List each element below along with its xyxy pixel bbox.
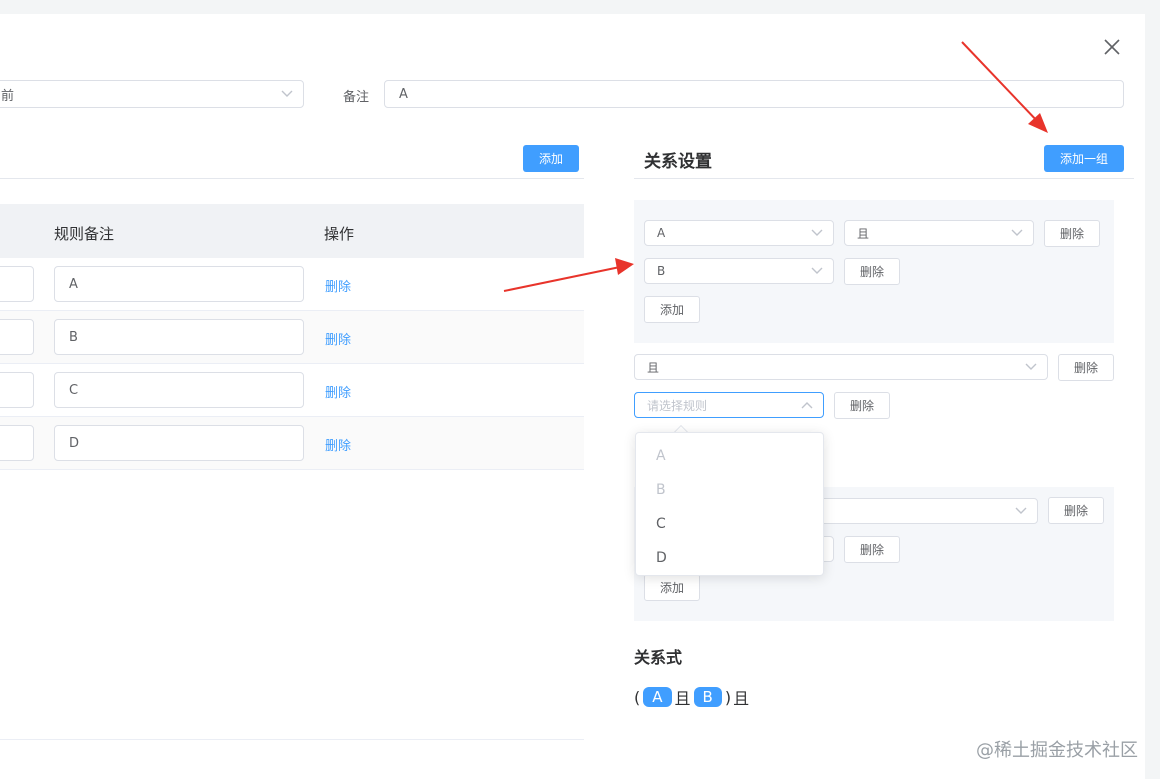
delete-rule-link[interactable]: 删除 bbox=[325, 276, 351, 295]
chevron-down-icon bbox=[811, 267, 823, 274]
formula-open-paren: ( bbox=[634, 687, 641, 707]
table-row: C 删除 bbox=[0, 364, 584, 417]
rule-remark-input[interactable]: A bbox=[54, 266, 304, 302]
table-row: A 删除 bbox=[0, 258, 584, 311]
group1-rule2-value: B bbox=[657, 264, 666, 278]
chevron-down-icon bbox=[281, 90, 293, 97]
group1-rule1-value: A bbox=[657, 226, 666, 240]
column-header-remark: 规则备注 bbox=[54, 225, 115, 243]
remark-input[interactable]: A bbox=[384, 80, 1124, 108]
dropdown-option-d[interactable]: D bbox=[636, 541, 823, 575]
group2-rule-select[interactable]: 请选择规则 bbox=[634, 392, 824, 418]
delete-rule-link[interactable]: 删除 bbox=[325, 382, 351, 401]
chevron-down-icon bbox=[1015, 507, 1027, 514]
relation-title: 关系设置 bbox=[644, 152, 712, 172]
table-row: B 删除 bbox=[0, 311, 584, 364]
rule-remark-input[interactable]: D bbox=[54, 425, 304, 461]
dropdown-option-b[interactable]: B bbox=[636, 473, 823, 507]
relation-formula: ( A 且 B ) 且 bbox=[634, 685, 749, 709]
formula-operator-1: 且 bbox=[674, 689, 691, 708]
table-row: D 删除 bbox=[0, 417, 584, 470]
dropdown-option-a[interactable]: A bbox=[636, 439, 823, 473]
chevron-down-icon bbox=[1025, 363, 1037, 370]
watermark: @稀土掘金技术社区 bbox=[976, 740, 1138, 761]
table-header: 规则备注 操作 bbox=[0, 204, 584, 258]
chevron-down-icon bbox=[1011, 229, 1023, 236]
add-group-button[interactable]: 添加一组 bbox=[1044, 145, 1124, 172]
chevron-up-icon bbox=[801, 402, 813, 409]
add-rule-button[interactable]: 添加 bbox=[523, 145, 579, 172]
rule-name-input[interactable] bbox=[0, 319, 34, 355]
group2-delete-button[interactable]: 删除 bbox=[1058, 354, 1114, 381]
group1-rule2-delete-button[interactable]: 删除 bbox=[844, 258, 900, 285]
formula-title: 关系式 bbox=[634, 648, 683, 667]
group1-rule1-select[interactable]: A bbox=[644, 220, 834, 246]
group3-add-button[interactable]: 添加 bbox=[644, 574, 700, 601]
column-header-action: 操作 bbox=[324, 225, 355, 243]
group3-delete-button[interactable]: 删除 bbox=[1048, 497, 1104, 524]
chevron-down-icon bbox=[811, 229, 823, 236]
rule-remark-value: C bbox=[69, 382, 79, 398]
formula-operator-2: 且 bbox=[733, 689, 750, 708]
group2-rule-delete-button[interactable]: 删除 bbox=[834, 392, 890, 419]
rule-remark-value: A bbox=[69, 276, 78, 292]
group2-operator-value: 且 bbox=[647, 360, 660, 375]
group1-delete-button[interactable]: 删除 bbox=[1044, 220, 1100, 247]
group3-rule-delete-button[interactable]: 删除 bbox=[844, 536, 900, 563]
group2-rule-placeholder: 请选择规则 bbox=[647, 398, 708, 413]
bottom-divider bbox=[0, 739, 584, 740]
group1-add-button[interactable]: 添加 bbox=[644, 296, 700, 323]
delete-rule-link[interactable]: 删除 bbox=[325, 435, 351, 454]
formula-tag-a: A bbox=[643, 687, 672, 707]
group1-rule2-select[interactable]: B bbox=[644, 258, 834, 284]
formula-tag-b: B bbox=[693, 687, 722, 707]
remark-label: 备注 bbox=[343, 90, 370, 105]
delete-rule-link[interactable]: 删除 bbox=[325, 329, 351, 348]
rule-remark-input[interactable]: C bbox=[54, 372, 304, 408]
group1-operator-value: 且 bbox=[857, 226, 870, 241]
rule-remark-value: B bbox=[69, 329, 78, 345]
dropdown-option-c[interactable]: C bbox=[636, 507, 823, 541]
formula-close-paren: ) bbox=[724, 687, 732, 707]
rule-name-input[interactable] bbox=[0, 425, 34, 461]
group2-operator-select[interactable]: 且 bbox=[634, 354, 1048, 380]
rule-name-input[interactable] bbox=[0, 266, 34, 302]
remark-input-value: A bbox=[399, 86, 408, 102]
rule-remark-value: D bbox=[69, 435, 80, 451]
left-divider bbox=[0, 178, 584, 179]
right-divider bbox=[634, 178, 1134, 179]
type-select[interactable]: 前 bbox=[0, 80, 304, 108]
rule-remark-input[interactable]: B bbox=[54, 319, 304, 355]
type-select-value: 前 bbox=[1, 88, 15, 104]
rule-dropdown-menu: A B C D bbox=[635, 432, 824, 576]
rule-name-input[interactable] bbox=[0, 372, 34, 408]
group1-operator-select[interactable]: 且 bbox=[844, 220, 1034, 246]
close-icon[interactable] bbox=[1101, 36, 1123, 58]
